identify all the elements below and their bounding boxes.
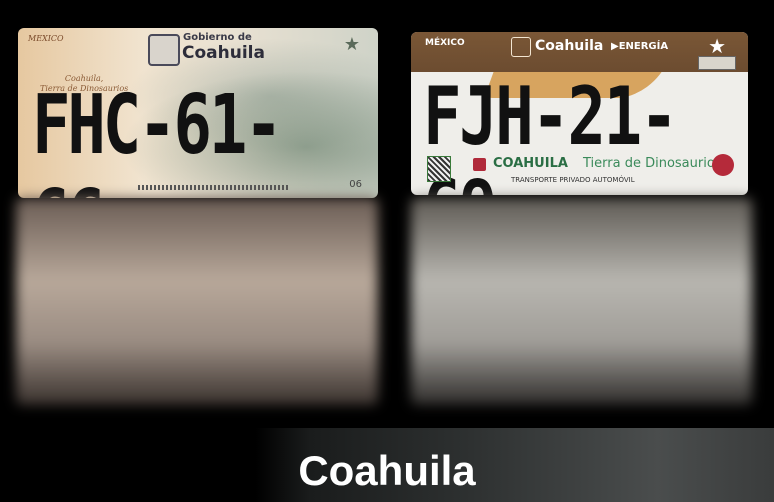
caption-title: Coahuila (298, 447, 476, 494)
state-logo-icon (473, 158, 486, 171)
plate-right-service: TRANSPORTE PRIVADO AUTOMÓVIL (511, 176, 635, 184)
plate-right-footer-state: COAHUILA (493, 156, 568, 171)
plate-left-state: Coahuila (182, 43, 265, 63)
state-seal-icon (511, 37, 531, 57)
plate-right-country: MÉXICO (425, 38, 465, 48)
license-plate-left: MEXICO Gobierno de Coahuila Coahuila, Ti… (18, 28, 378, 198)
star-emblem-icon: ★ (343, 34, 360, 55)
license-plate-right: MÉXICO Coahuila ▶ENERGÍA ★ FJH-21-69 COA… (411, 32, 748, 195)
dinosaur-emblem-icon (712, 154, 734, 176)
registration-sticker (698, 56, 736, 70)
plate-left-reflection (16, 198, 378, 405)
plate-left-barcode (138, 185, 288, 190)
plate-left-country: MEXICO (28, 34, 64, 43)
plate-left-gov-label: Gobierno de (183, 32, 252, 43)
plate-right-energia: ▶ENERGÍA (611, 41, 669, 52)
plate-left-small-code: 06 (349, 179, 362, 190)
plate-left-number: FHC-61-66 (32, 78, 283, 198)
qr-code-icon (427, 156, 451, 182)
star-emblem-icon: ★ (708, 34, 726, 58)
plate-right-reflection (411, 198, 752, 405)
state-seal-icon (148, 34, 180, 66)
plate-right-state: Coahuila (535, 38, 604, 54)
plate-right-footer-tagline: Tierra de Dinosaurios (583, 156, 722, 171)
